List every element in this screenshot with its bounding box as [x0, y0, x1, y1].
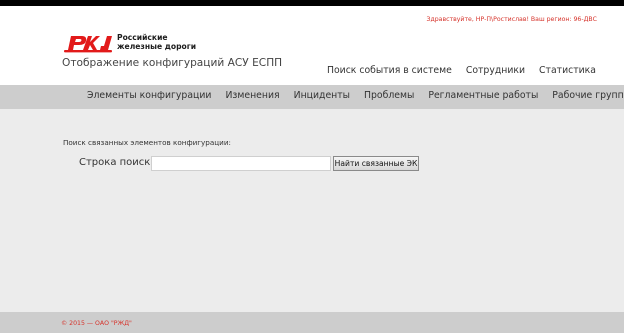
menu-scheduled-works[interactable]: Регламентные работы	[428, 90, 538, 101]
nav-statistics[interactable]: Статистика	[539, 65, 596, 76]
find-related-button[interactable]: Найти связанные ЭК	[333, 156, 419, 171]
main-menu-bar: Элементы конфигурации Изменения Инцидент…	[0, 85, 624, 109]
search-field-label: Строка поиска:	[79, 157, 160, 168]
menu-work-groups[interactable]: Рабочие группы	[552, 90, 624, 101]
copyright-text: © 2015 — ОАО "РЖД"	[61, 320, 132, 327]
rzd-logo-mark-icon	[64, 36, 112, 53]
menu-incidents[interactable]: Инциденты	[294, 90, 350, 101]
nav-event-search[interactable]: Поиск события в системе	[327, 65, 452, 76]
rzd-logo[interactable]: Российские железные дороги	[62, 32, 202, 58]
search-input[interactable]	[151, 156, 331, 171]
menu-changes[interactable]: Изменения	[225, 90, 279, 101]
menu-config-items[interactable]: Элементы конфигурации	[87, 90, 211, 101]
logo-line-2: железные дороги	[117, 42, 197, 51]
app-title: Отображение конфигураций АСУ ЕСПП	[62, 57, 283, 69]
logo-text: Российские железные дороги	[117, 33, 196, 51]
top-navigation: Поиск события в системе Сотрудники Стати…	[327, 65, 596, 76]
footer: © 2015 — ОАО "РЖД"	[0, 312, 624, 333]
main-menu: Элементы конфигурации Изменения Инцидент…	[87, 90, 624, 101]
search-section-label: Поиск связанных элементов конфигурации:	[63, 138, 231, 147]
menu-problems[interactable]: Проблемы	[364, 90, 414, 101]
logo-line-1: Российские	[117, 33, 168, 42]
nav-employees[interactable]: Сотрудники	[466, 65, 525, 76]
user-greeting: Здравствуйте, НР-П\Ростислав! Ваш регион…	[426, 16, 598, 23]
